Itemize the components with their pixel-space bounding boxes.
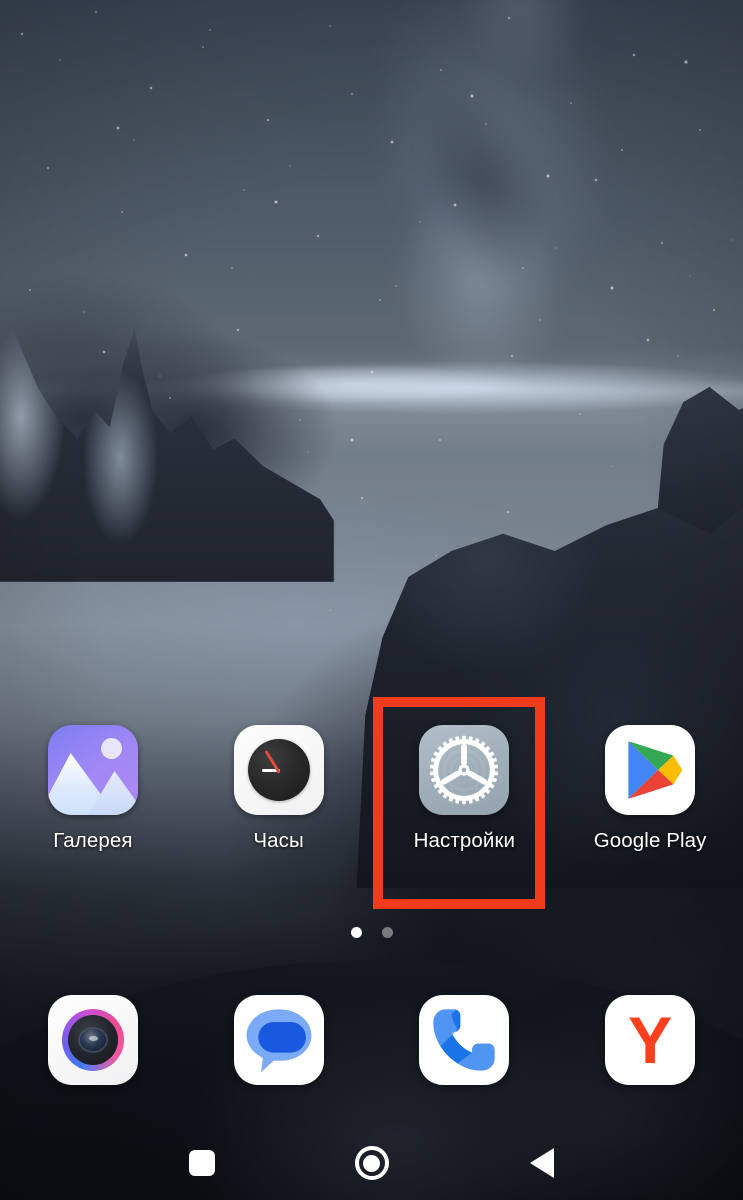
square-icon[interactable]: [188, 1150, 215, 1176]
phone-handset-svg: [433, 1009, 495, 1071]
camera-lens-glint: [88, 1035, 98, 1041]
nav-slot-home[interactable]: [287, 1146, 457, 1180]
triangle-left-icon[interactable]: [529, 1148, 554, 1178]
yandex-y-glyph: Y: [628, 1003, 673, 1077]
play-triangle-svg: [628, 741, 683, 799]
app-label-google-play: Google Play: [593, 829, 707, 852]
app-label-settings: Настройки: [413, 829, 516, 852]
camera-lens: [79, 1029, 106, 1051]
clock-face: [247, 739, 310, 801]
app-clock[interactable]: Часы: [186, 725, 372, 853]
app-grid-row-1: Галерея Часы Настройки Google Play: [0, 725, 743, 853]
yandex-browser-icon[interactable]: Y: [605, 995, 696, 1085]
app-label-clock: Часы: [253, 829, 304, 852]
app-settings[interactable]: Настройки: [372, 725, 558, 853]
messages-bubble-svg: [246, 1009, 312, 1073]
dock-app-yandex-browser[interactable]: Y: [557, 995, 743, 1085]
messages-icon[interactable]: [233, 995, 324, 1085]
dock-app-messages[interactable]: [186, 995, 372, 1085]
nav-slot-recents[interactable]: [117, 1150, 287, 1176]
navigation-bar: [0, 1126, 743, 1200]
app-google-play[interactable]: Google Play: [557, 725, 743, 853]
dock-row: Y: [0, 995, 743, 1085]
gallery-icon[interactable]: [47, 725, 138, 815]
app-label-gallery: Галерея: [53, 829, 133, 852]
sun-shape: [100, 738, 122, 759]
page-dot-active[interactable]: [350, 927, 362, 938]
google-play-icon[interactable]: [605, 725, 696, 815]
dock-app-phone[interactable]: [372, 995, 558, 1085]
camera-icon[interactable]: [47, 995, 138, 1085]
dock-app-camera[interactable]: [0, 995, 186, 1085]
page-dot-inactive[interactable]: [381, 927, 393, 938]
phone-icon[interactable]: [419, 995, 510, 1085]
clock-icon[interactable]: [233, 725, 324, 815]
nav-slot-back[interactable]: [457, 1148, 627, 1178]
app-gallery[interactable]: Галерея: [0, 725, 186, 853]
gear-svg: [430, 735, 499, 805]
home-screen: Галерея Часы Настройки Google Play Y: [0, 0, 743, 1200]
circle-icon[interactable]: [354, 1146, 389, 1180]
page-indicator[interactable]: [0, 927, 743, 938]
settings-gear-icon[interactable]: [419, 725, 510, 815]
